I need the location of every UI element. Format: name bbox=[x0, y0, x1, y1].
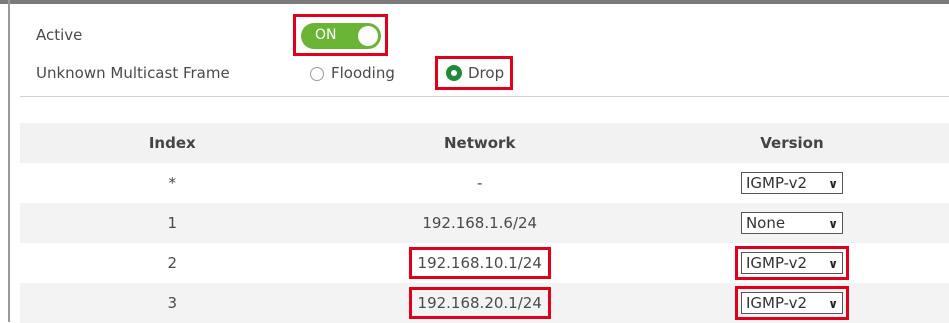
chevron-down-icon: ∨ bbox=[828, 297, 838, 311]
network-cell: 192.168.20.1/24 bbox=[324, 283, 635, 323]
multicast-vlan-table: Index Network Version * - IGMP-v2 ∨ 1 19… bbox=[20, 123, 949, 323]
table-row: 1 192.168.1.6/24 None ∨ bbox=[20, 203, 949, 243]
version-select-value: IGMP-v2 bbox=[745, 254, 808, 272]
flooding-radio[interactable] bbox=[310, 67, 324, 81]
panel-top-border bbox=[0, 0, 949, 4]
version-highlight-box: IGMP-v2 ∨ bbox=[734, 246, 849, 280]
network-cell: 192.168.1.6/24 bbox=[324, 203, 635, 243]
version-select[interactable]: IGMP-v2 ∨ bbox=[740, 172, 843, 194]
drop-radio[interactable] bbox=[446, 65, 462, 81]
toggle-knob bbox=[358, 26, 378, 46]
version-select-value: None bbox=[745, 214, 786, 232]
version-highlight-box: IGMP-v2 ∨ bbox=[734, 286, 849, 320]
active-toggle[interactable]: ON bbox=[301, 23, 381, 49]
index-cell: 1 bbox=[20, 203, 325, 243]
version-select[interactable]: None ∨ bbox=[740, 212, 843, 234]
table-row: 2 192.168.10.1/24 IGMP-v2 ∨ bbox=[20, 243, 949, 283]
version-cell: IGMP-v2 ∨ bbox=[634, 283, 949, 323]
flooding-label[interactable]: Flooding bbox=[331, 64, 395, 82]
toggle-on-label: ON bbox=[315, 27, 337, 43]
column-header-network: Network bbox=[324, 123, 635, 163]
column-header-index: Index bbox=[20, 123, 325, 163]
active-label: Active bbox=[36, 26, 83, 44]
index-cell: * bbox=[20, 163, 325, 203]
index-cell: 3 bbox=[20, 283, 325, 323]
version-select-value: IGMP-v2 bbox=[745, 174, 808, 192]
version-cell: IGMP-v2 ∨ bbox=[634, 243, 949, 283]
table-row: * - IGMP-v2 ∨ bbox=[20, 163, 949, 203]
network-value: 192.168.10.1/24 bbox=[417, 254, 542, 272]
chevron-down-icon: ∨ bbox=[828, 257, 838, 271]
version-cell: IGMP-v2 ∨ bbox=[634, 163, 949, 203]
network-value: 192.168.20.1/24 bbox=[417, 294, 542, 312]
network-highlight-box: 192.168.20.1/24 bbox=[408, 287, 551, 319]
version-select[interactable]: IGMP-v2 ∨ bbox=[740, 252, 843, 274]
network-cell: - bbox=[324, 163, 635, 203]
index-cell: 2 bbox=[20, 243, 325, 283]
unknown-multicast-label: Unknown Multicast Frame bbox=[36, 64, 230, 82]
table-row: 3 192.168.20.1/24 IGMP-v2 ∨ bbox=[20, 283, 949, 323]
network-highlight-box: 192.168.10.1/24 bbox=[408, 247, 551, 279]
version-cell: None ∨ bbox=[634, 203, 949, 243]
version-select[interactable]: IGMP-v2 ∨ bbox=[740, 292, 843, 314]
drop-label[interactable]: Drop bbox=[468, 64, 504, 82]
panel-left-border bbox=[8, 0, 10, 322]
network-cell: 192.168.10.1/24 bbox=[324, 243, 635, 283]
version-select-value: IGMP-v2 bbox=[745, 294, 808, 312]
section-divider bbox=[20, 96, 949, 97]
chevron-down-icon: ∨ bbox=[828, 177, 838, 191]
column-header-version: Version bbox=[634, 123, 949, 163]
chevron-down-icon: ∨ bbox=[828, 217, 838, 231]
